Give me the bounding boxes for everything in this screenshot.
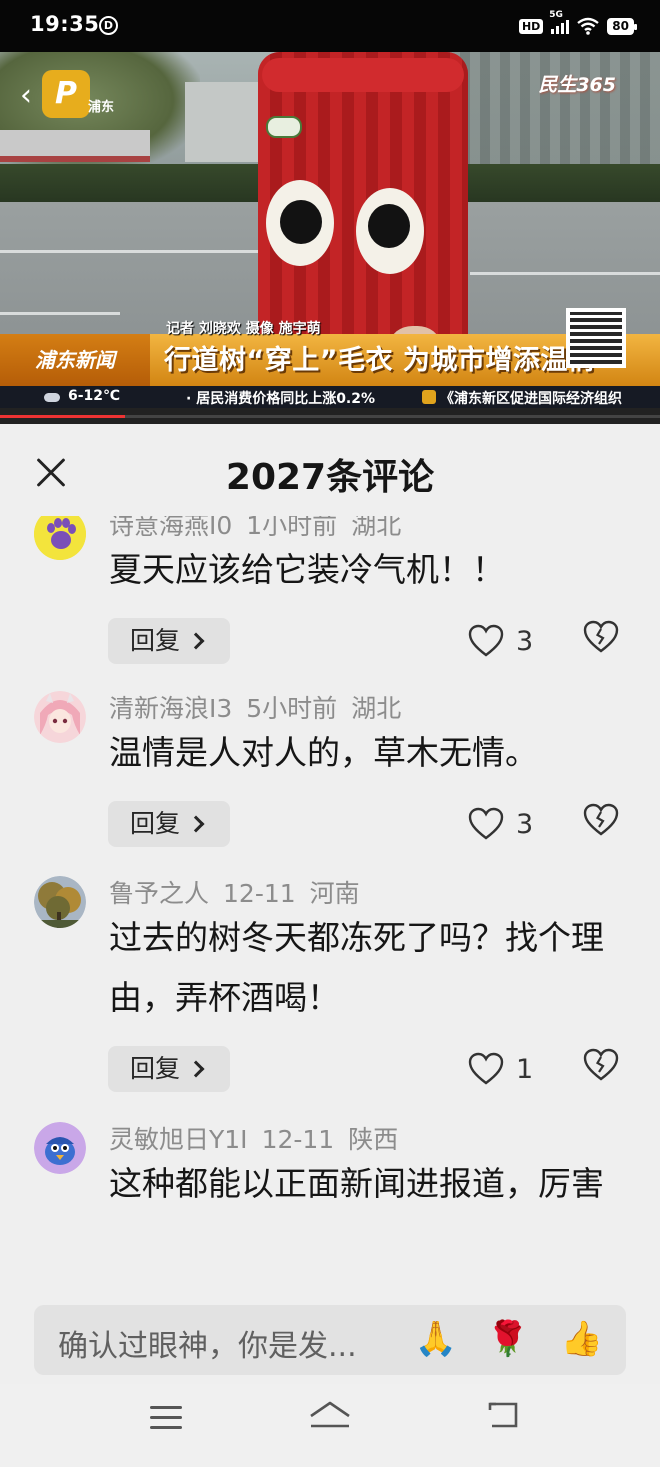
rose-emoji-button[interactable]: 🌹 [486,1317,530,1361]
back-icon[interactable] [486,1400,522,1430]
heart-icon [468,807,504,840]
pray-emoji-button[interactable]: 🙏 [414,1317,458,1361]
news-ticker: 6-12℃ · 居民消费价格同比上涨0.2% 《浦东新区促进国际经济组织 [0,386,660,408]
ticker-item: 《浦东新区促进国际经济组织 [440,391,622,407]
comment-author[interactable]: 鲁予之人 [109,879,209,908]
tree-photo-avatar[interactable] [34,876,86,928]
heart-icon [468,624,504,657]
comment-time: 1小时前 [246,516,338,540]
anime-girl-avatar[interactable] [34,691,86,743]
network-type: 5G [549,10,563,20]
dislike-button[interactable] [582,803,622,843]
broken-heart-icon [583,803,619,836]
comments-header: 2027条评论 [0,424,660,516]
reply-label: 回复 [130,626,181,655]
reply-button[interactable]: 回复 [108,801,230,847]
like-button[interactable]: 3 [468,622,548,662]
comment-meta: 诗意海燕I0 1小时前 湖北 [109,516,401,542]
like-count: 3 [516,626,534,657]
ticker-logo-icon [422,390,436,404]
home-icon[interactable] [308,1400,352,1430]
heart-icon [468,1052,504,1085]
video-progress-bar[interactable] [0,408,660,424]
wifi-icon [577,17,600,35]
comment-time: 5小时前 [246,694,338,723]
dislike-button[interactable] [582,620,622,660]
comments-panel: 2027条评论 诗意海燕I0 1小时前 湖北 夏天应该给它装冷气机！！ 回复 3… [0,424,660,1467]
chevron-right-icon [187,815,205,833]
comment-author[interactable]: 灵敏旭日Y1I [109,1125,248,1154]
status-bar: 19:35 D HD 5G 80 [0,0,660,52]
hd-badge: HD [518,18,544,34]
battery-icon: 80 [607,17,637,35]
comments-count-title: 2027条评论 [225,457,435,498]
comment-author[interactable]: 诗意海燕I0 [109,516,232,540]
reporter-credit: 记者 刘晓欢 摄像 施宇萌 [166,321,321,337]
chevron-right-icon [187,632,205,650]
like-count: 3 [516,809,534,840]
comment-meta: 灵敏旭日Y1I 12-11 陕西 [109,1120,398,1156]
back-chevron-icon[interactable]: ‹ [20,78,32,113]
system-nav-bar [0,1384,660,1467]
comment-location: 湖北 [351,694,402,723]
qr-code [566,308,626,368]
program-name: 浦东新闻 [0,334,150,386]
channel-logo: P [42,70,90,118]
comment-location: 湖北 [351,516,402,540]
reply-button[interactable]: 回复 [108,1046,230,1092]
chevron-right-icon [187,1060,205,1078]
comment-location: 陕西 [348,1125,399,1154]
reply-label: 回复 [130,809,181,838]
comment-list[interactable]: 诗意海燕I0 1小时前 湖北 夏天应该给它装冷气机！！ 回复 3 清新海浪I3 … [0,516,660,1299]
like-count: 1 [516,1054,534,1085]
menu-icon[interactable] [150,1406,182,1430]
status-icons: HD 5G 80 [518,10,637,38]
comment-text[interactable]: 温情是人对人的，草木无情。 [109,723,629,783]
reply-button[interactable]: 回复 [108,618,230,664]
cloud-icon [44,393,60,402]
app-notification-icon: D [99,16,118,35]
broken-heart-icon [583,1048,619,1081]
comment-input-placeholder: 确认过眼神，你是发... [58,1329,357,1364]
paw-avatar[interactable] [34,516,86,560]
status-time: 19:35 [30,12,100,36]
comment-time: 12-11 [223,879,296,908]
comment-meta: 鲁予之人 12-11 河南 [109,874,360,910]
video-headline: 行道树“穿上”毛衣 为城市增添温情 [164,345,596,376]
thumbs-up-emoji-button[interactable]: 👍 [560,1317,604,1361]
comment-time: 12-11 [261,1125,335,1154]
like-button[interactable]: 3 [468,805,548,845]
comment-author[interactable]: 清新海浪I3 [109,694,232,723]
channel-logo-text: 浦东 [88,100,115,115]
comment-meta: 清新海浪I3 5小时前 湖北 [109,689,401,725]
ticker-weather: 6-12℃ [68,388,120,404]
bird-avatar[interactable] [34,1122,86,1174]
program-watermark: 民生365 [538,74,616,96]
ticker-item: · 居民消费价格同比上涨0.2% [186,391,376,407]
video-player[interactable]: ‹ P 浦东 民生365 记者 刘晓欢 摄像 施宇萌 浦东新闻 行道树“穿上”毛… [0,52,660,424]
comment-location: 河南 [309,879,360,908]
video-progress-fill [0,415,126,418]
cellular-signal-icon: 5G [549,10,570,34]
like-button[interactable]: 1 [468,1050,548,1090]
broken-heart-icon [583,620,619,653]
comment-text[interactable]: 这种都能以正面新闻进报道，厉害 [109,1154,614,1214]
reply-label: 回复 [130,1054,181,1083]
dislike-button[interactable] [582,1048,622,1088]
comment-text[interactable]: 过去的树冬天都冻死了吗？找个理由，弄杯酒喝！ [109,908,619,1028]
comment-input[interactable]: 确认过眼神，你是发... 🙏 🌹 👍 [34,1305,626,1375]
comment-text[interactable]: 夏天应该给它装冷气机！！ [109,540,629,600]
